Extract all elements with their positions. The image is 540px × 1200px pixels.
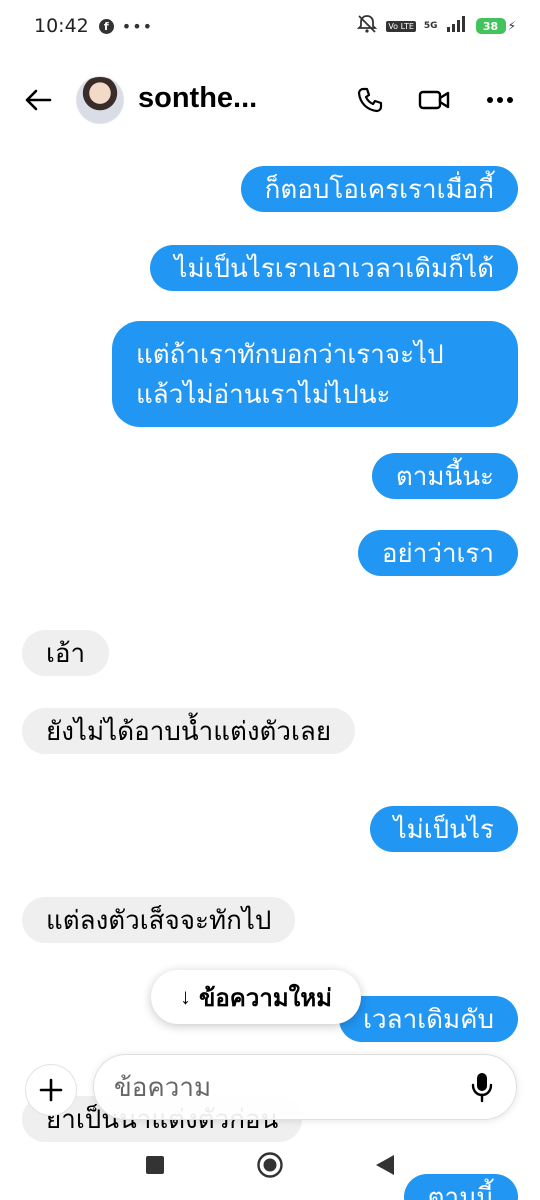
arrow-down-icon: ↓: [179, 984, 191, 1009]
status-icons: Vo LTE 5G 38 ⚡: [356, 14, 516, 38]
volte-icon: Vo LTE: [386, 20, 416, 32]
message-bubble-incoming[interactable]: ยังไม่ได้อาบน้ำแต่งตัวเลย: [22, 708, 356, 754]
new-messages-button[interactable]: ↓ ข้อความใหม่: [151, 970, 361, 1024]
message-input-placeholder: ข้อความ: [114, 1071, 212, 1102]
message-bubble-outgoing[interactable]: อย่าว่าเรา: [357, 530, 518, 576]
message-input[interactable]: ข้อความ: [93, 1054, 517, 1120]
back-arrow-icon[interactable]: [22, 84, 54, 116]
status-bar: 10:42 f ••• Vo LTE 5G 38 ⚡: [0, 0, 540, 52]
contact-name[interactable]: sonthe...: [138, 82, 257, 115]
battery-icon: 38 ⚡: [475, 18, 516, 34]
signal-icon: [446, 15, 468, 37]
recents-square-icon[interactable]: [140, 1150, 170, 1180]
more-icon[interactable]: [484, 84, 516, 116]
plus-icon: [39, 1078, 63, 1102]
message-bubble-incoming[interactable]: แต่ลงตัวเส็จจะทักไป: [22, 897, 296, 943]
network-type: 5G: [423, 21, 438, 31]
phone-icon[interactable]: [354, 84, 386, 116]
status-time: 10:42: [34, 15, 89, 37]
battery-level: 38: [475, 18, 506, 34]
microphone-icon[interactable]: [468, 1071, 496, 1103]
message-bubble-outgoing[interactable]: ก็ตอบโอเครเราเมื่อกี้: [240, 166, 518, 212]
facebook-icon: f: [98, 18, 114, 34]
message-bubble-outgoing[interactable]: แต่ถ้าเราทักบอกว่าเราจะไป แล้วไม่อ่านเรา…: [112, 321, 518, 427]
add-attachment-button[interactable]: [25, 1064, 77, 1116]
home-circle-icon[interactable]: [255, 1150, 285, 1180]
composer: ข้อความ: [0, 1052, 540, 1124]
back-triangle-icon[interactable]: [370, 1150, 400, 1180]
more-notifications-icon: •••: [121, 16, 154, 36]
message-bubble-outgoing[interactable]: ตามนี้นะ: [371, 453, 518, 499]
system-nav-bar: [0, 1132, 540, 1200]
message-bubble-incoming[interactable]: เอ้า: [22, 630, 110, 676]
message-bubble-outgoing[interactable]: เวลาเดิมคับ: [339, 996, 518, 1042]
chat-header: sonthe...: [0, 70, 540, 130]
new-messages-label: ข้อความใหม่: [198, 984, 332, 1012]
charging-icon: ⚡: [507, 19, 516, 33]
video-icon[interactable]: [418, 84, 450, 116]
avatar[interactable]: [76, 76, 124, 124]
mute-icon: [356, 14, 378, 38]
message-bubble-outgoing[interactable]: ไม่เป็นไร: [369, 806, 518, 852]
message-bubble-outgoing[interactable]: ไม่เป็นไรเราเอาเวลาเดิมก็ได้: [150, 245, 518, 291]
